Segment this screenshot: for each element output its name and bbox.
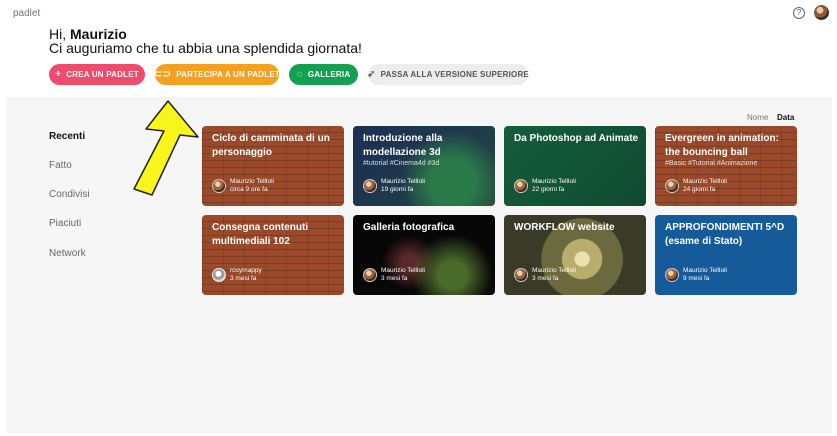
author-avatar bbox=[212, 179, 226, 193]
card-title: APPROFONDIMENTI 5^D (esame di Stato) bbox=[665, 222, 785, 247]
padlet-card[interactable]: Ciclo di camminata di un personaggio Mau… bbox=[202, 126, 344, 206]
padlet-card[interactable]: Introduzione alla modellazione 3d #tutor… bbox=[353, 126, 495, 206]
padlet-card[interactable]: WORKFLOW website Maurizio Tellloli 3 mesi… bbox=[504, 215, 646, 295]
author-avatar bbox=[363, 268, 377, 282]
card-author: rosymappy bbox=[230, 267, 262, 274]
upgrade-label: PASSA ALLA VERSIONE SUPERIORE bbox=[380, 70, 529, 79]
card-author: Maurizio Tellloli bbox=[381, 267, 425, 274]
card-title: Consegna contenuti multimediali 102 bbox=[212, 222, 309, 247]
card-meta: Maurizio Tellloli circa 9 ore fa bbox=[212, 178, 274, 194]
padlet-card[interactable]: APPROFONDIMENTI 5^D (esame di Stato) Mau… bbox=[655, 215, 797, 295]
card-author: Maurizio Tellloli bbox=[532, 178, 576, 185]
card-meta: Maurizio Tellloli 19 giorni fa bbox=[363, 178, 425, 194]
card-meta: rosymappy 3 mesi fa bbox=[212, 267, 262, 283]
author-avatar bbox=[514, 268, 528, 282]
card-meta: Maurizio Tellloli 3 mesi fa bbox=[363, 267, 425, 283]
card-title: Ciclo di camminata di un personaggio bbox=[212, 133, 330, 158]
sort-by-name[interactable]: Nome bbox=[747, 113, 768, 122]
card-meta: Maurizio Tellloli 9 mesi fa bbox=[665, 267, 727, 283]
sort-by-date[interactable]: Data bbox=[777, 113, 794, 122]
user-avatar[interactable] bbox=[814, 5, 829, 20]
padlet-logo[interactable]: padlet bbox=[13, 8, 40, 19]
card-meta: Maurizio Tellloli 22 giorni fa bbox=[514, 178, 576, 194]
card-author: Maurizio Tellloli bbox=[532, 267, 576, 274]
author-avatar bbox=[363, 179, 377, 193]
padlet-card[interactable]: Evergreen in animation: the bouncing bal… bbox=[655, 126, 797, 206]
create-padlet-label: CREA UN PADLET bbox=[66, 70, 139, 79]
author-avatar bbox=[212, 268, 226, 282]
card-title: Galleria fotografica bbox=[363, 222, 455, 233]
card-meta: Maurizio Tellloli 24 giorni fa bbox=[665, 178, 727, 194]
join-padlet-label: PARTECIPA A UN PADLET bbox=[176, 70, 280, 79]
author-avatar bbox=[665, 268, 679, 282]
plus-icon: + bbox=[55, 69, 62, 80]
card-author: Maurizio Tellloli bbox=[381, 178, 425, 185]
card-title: Introduzione alla modellazione 3d bbox=[363, 133, 443, 158]
sidebar-item-network[interactable]: Network bbox=[49, 248, 86, 259]
padlet-card[interactable]: Galleria fotografica Maurizio Tellloli 3 … bbox=[353, 215, 495, 295]
help-icon[interactable]: ? bbox=[793, 7, 805, 19]
card-title: Da Photoshop ad Animate bbox=[514, 133, 639, 144]
card-time: 22 giorni fa bbox=[532, 186, 565, 193]
sidebar-item-piaciuti[interactable]: Piaciuti bbox=[49, 218, 81, 229]
card-tags: #Basic #Tutorial #Animazione bbox=[665, 160, 758, 167]
card-time: 24 giorni fa bbox=[683, 186, 716, 193]
card-author: Maurizio Tellloli bbox=[683, 178, 727, 185]
card-title: WORKFLOW website bbox=[514, 222, 615, 233]
create-padlet-button[interactable]: + CREA UN PADLET bbox=[49, 64, 145, 85]
greeting-message: Ci auguriamo che tu abbia una splendida … bbox=[49, 40, 362, 56]
card-time: 9 mesi fa bbox=[683, 275, 710, 282]
card-time: 19 giorni fa bbox=[381, 186, 414, 193]
author-avatar bbox=[514, 179, 528, 193]
author-avatar bbox=[665, 179, 679, 193]
sidebar-item-recenti[interactable]: Recenti bbox=[49, 131, 85, 142]
card-title: Evergreen in animation: the bouncing bal… bbox=[665, 133, 779, 158]
join-padlet-button[interactable]: ⊂⊃ PARTECIPA A UN PADLET bbox=[154, 64, 280, 85]
card-tags: #tutorial #Cinema4d #3d bbox=[363, 160, 440, 167]
card-time: 3 mesi fa bbox=[532, 275, 559, 282]
card-author: Maurizio Tellloli bbox=[230, 178, 274, 185]
annotation-arrow-icon bbox=[133, 100, 199, 196]
gallery-label: GALLERIA bbox=[307, 70, 351, 79]
bulb-icon: ◌ bbox=[296, 69, 303, 80]
card-time: circa 9 ore fa bbox=[230, 186, 268, 193]
card-author: Maurizio Tellloli bbox=[683, 267, 727, 274]
top-bar: padlet ? bbox=[0, 0, 837, 26]
rocket-icon: ➶ bbox=[367, 69, 376, 80]
padlet-card[interactable]: Consegna contenuti multimediali 102 rosy… bbox=[202, 215, 344, 295]
padlet-card[interactable]: Da Photoshop ad Animate Maurizio Telllol… bbox=[504, 126, 646, 206]
card-time: 3 mesi fa bbox=[381, 275, 408, 282]
link-icon: ⊂⊃ bbox=[154, 69, 172, 80]
gallery-button[interactable]: ◌ GALLERIA bbox=[289, 64, 358, 85]
sidebar-item-fatto[interactable]: Fatto bbox=[49, 160, 72, 171]
sidebar-item-condivisi[interactable]: Condivisi bbox=[49, 189, 90, 200]
card-time: 3 mesi fa bbox=[230, 275, 257, 282]
card-meta: Maurizio Tellloli 3 mesi fa bbox=[514, 267, 576, 283]
upgrade-button[interactable]: ➶ PASSA ALLA VERSIONE SUPERIORE bbox=[367, 64, 529, 85]
